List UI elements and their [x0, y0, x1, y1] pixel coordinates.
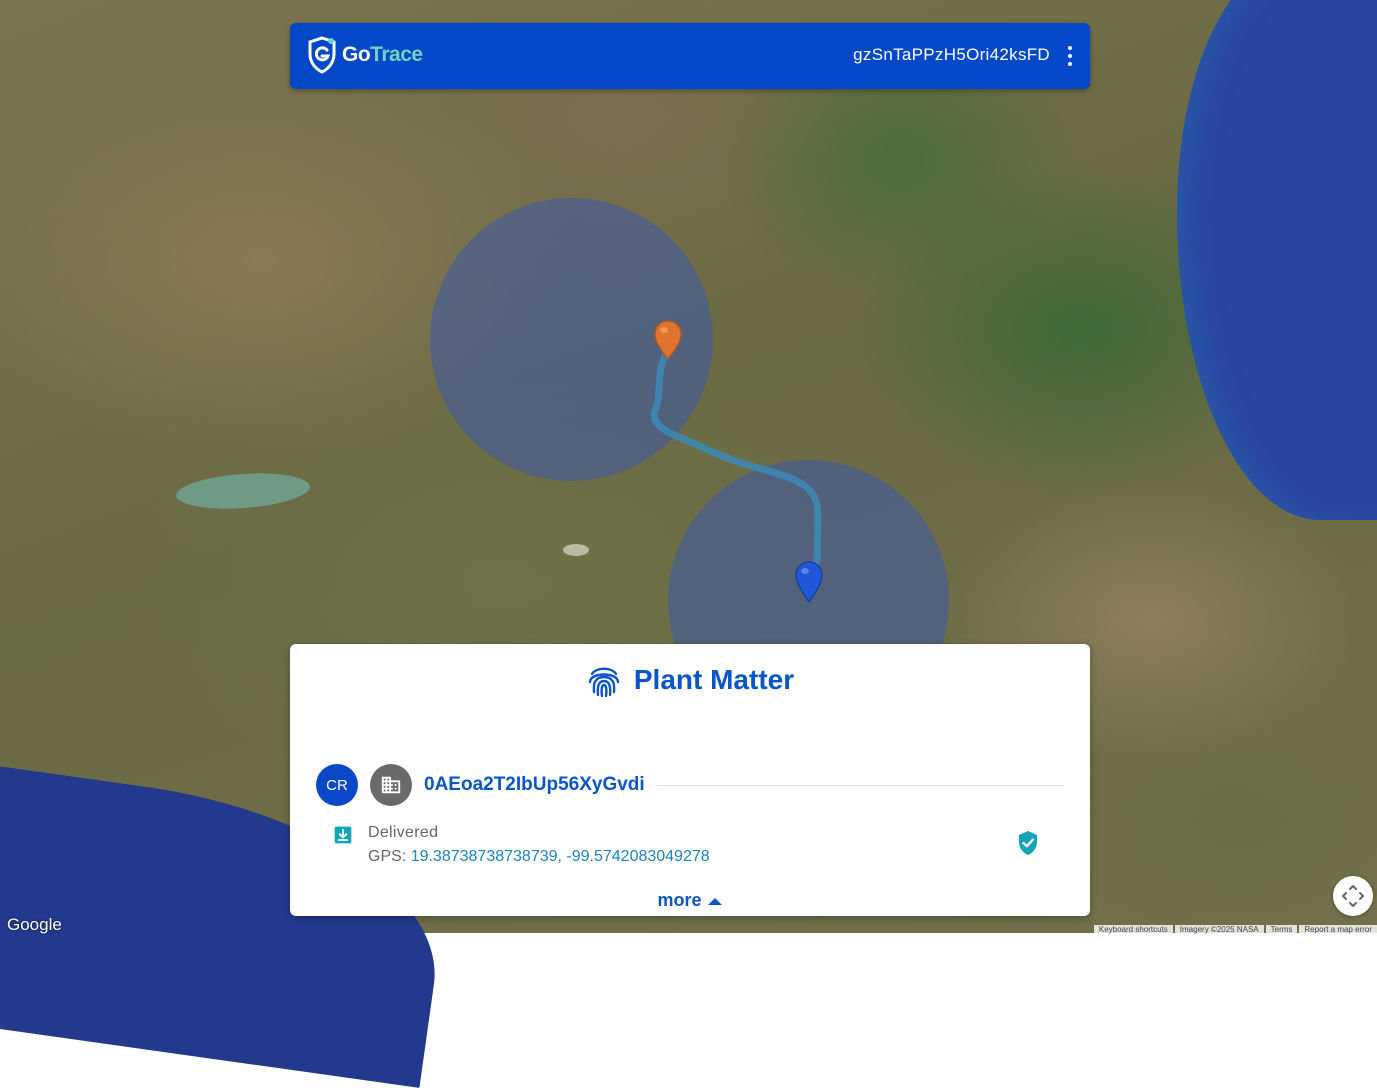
more-label: more — [657, 890, 702, 910]
gps-coordinates-link[interactable]: 19.38738738738739, -99.5742083049278 — [411, 848, 710, 865]
imagery-credit: Imagery ©2025 NASA — [1174, 925, 1264, 934]
orange-map-pin-icon[interactable] — [654, 320, 682, 360]
custody-row: CR 0AEoa2T2IbUp56XyGvdi — [316, 764, 1064, 806]
product-name: Plant Matter — [633, 664, 795, 695]
logo-text-trace: Trace — [370, 43, 423, 66]
report-error-link[interactable]: Report a map error — [1299, 925, 1377, 934]
verified-shield-icon[interactable] — [1017, 830, 1039, 856]
download-box-icon — [334, 826, 352, 844]
tracking-id: gzSnTaPPzH5Ori42ksFD — [853, 45, 1050, 64]
app-header: GoTrace gzSnTaPPzH5Ori42ksFD — [290, 23, 1090, 89]
more-button[interactable]: more — [290, 890, 1090, 911]
gotrace-logo[interactable]: GoTrace — [306, 36, 423, 74]
logo-text-go: Go — [342, 43, 371, 66]
avatar[interactable]: CR — [316, 764, 358, 806]
blue-map-pin-icon[interactable] — [795, 561, 823, 603]
event-gps: GPS: 19.38738738738739, -99.574208304927… — [368, 848, 710, 866]
terms-link[interactable]: Terms — [1265, 925, 1298, 934]
move-arrows-icon[interactable] — [1333, 876, 1373, 916]
organization-id-link[interactable]: 0AEoa2T2IbUp56XyGvdi — [424, 774, 645, 796]
map-attribution: Keyboard shortcuts Imagery ©2025 NASA Te… — [1092, 925, 1377, 934]
caret-up-icon — [707, 897, 722, 905]
kebab-menu-icon[interactable] — [1064, 46, 1076, 66]
event-status: Delivered — [368, 824, 439, 841]
fingerprint-icon — [588, 667, 620, 698]
gps-label: GPS: — [368, 848, 407, 865]
panel-title: Plant Matter — [290, 662, 1090, 698]
divider — [656, 784, 1064, 786]
product-panel: Plant Matter CR 0AEoa2T2IbUp56XyGvdi Del… — [290, 644, 1090, 916]
keyboard-shortcuts-link[interactable]: Keyboard shortcuts — [1093, 925, 1173, 934]
building-icon — [370, 764, 412, 806]
gotrace-shield-icon — [308, 36, 336, 74]
google-logo: Google — [7, 915, 62, 934]
